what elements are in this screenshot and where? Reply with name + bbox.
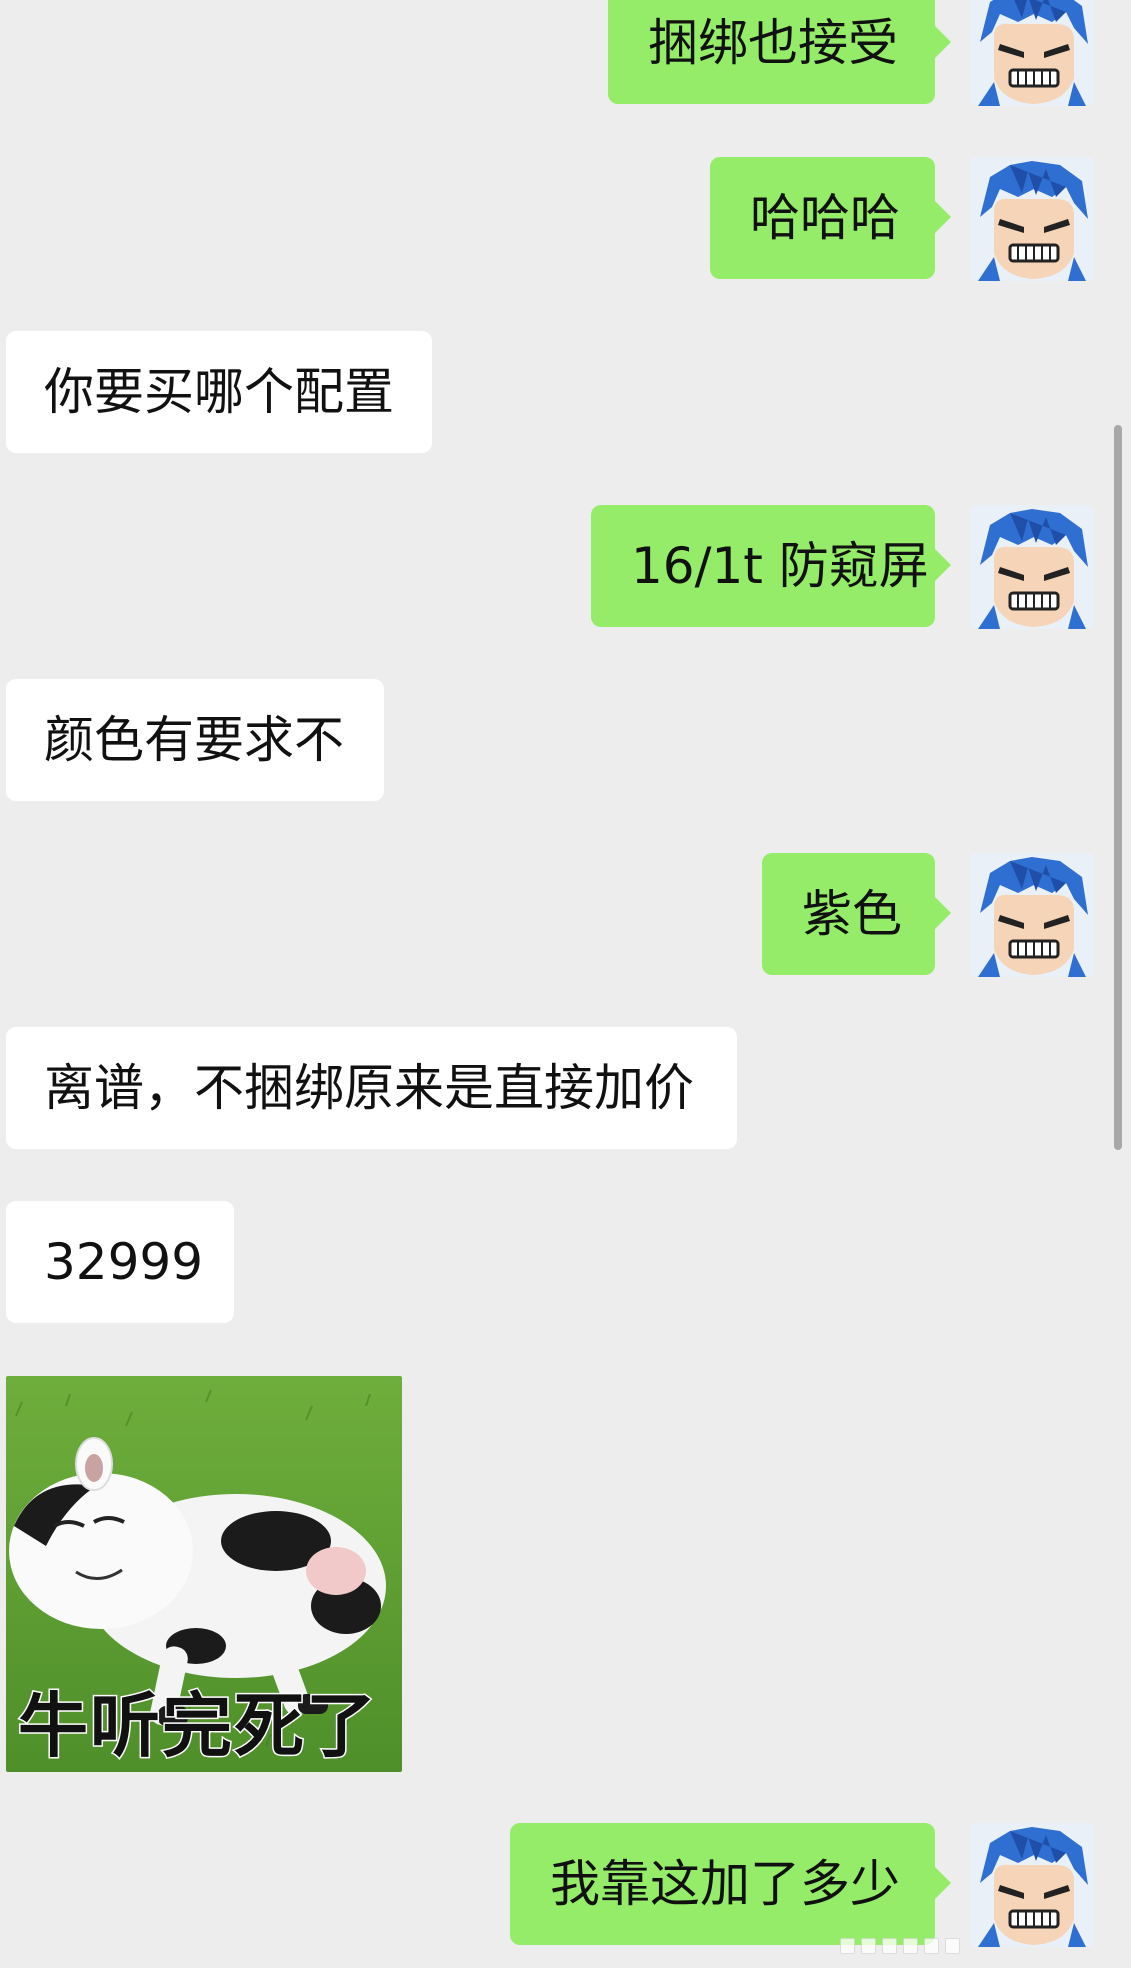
scrollbar[interactable] bbox=[1114, 425, 1122, 1150]
watermark bbox=[840, 1938, 960, 1954]
avatar-icon[interactable] bbox=[970, 853, 1094, 977]
sticker-caption: 牛听完死了 bbox=[17, 1685, 378, 1768]
message-bubble-outgoing[interactable]: 我靠这加了多少 bbox=[510, 1823, 951, 1945]
message-bubble-outgoing[interactable]: 16/1t 防窥屏 bbox=[591, 505, 951, 627]
message-bubble-incoming[interactable]: 32999 bbox=[6, 1201, 234, 1323]
sleeping-cow-sticker[interactable]: 牛听完死了 bbox=[6, 1376, 402, 1772]
avatar-icon[interactable] bbox=[970, 0, 1094, 106]
message-bubble-incoming[interactable]: 你要买哪个配置 bbox=[6, 331, 432, 453]
avatar-icon[interactable] bbox=[970, 157, 1094, 281]
chat-message-list[interactable]: 捆绑也接受 哈哈哈 你要买哪个配置 16/1t 防窥屏 颜色有要求不 紫色 离谱… bbox=[0, 0, 1131, 1968]
message-bubble-incoming[interactable]: 离谱，不捆绑原来是直接加价 bbox=[6, 1027, 737, 1149]
message-bubble-outgoing[interactable]: 哈哈哈 bbox=[710, 157, 951, 279]
message-bubble-outgoing[interactable]: 捆绑也接受 bbox=[608, 0, 951, 104]
avatar-icon[interactable] bbox=[970, 1823, 1094, 1947]
avatar-icon[interactable] bbox=[970, 505, 1094, 629]
message-bubble-outgoing[interactable]: 紫色 bbox=[762, 853, 951, 975]
message-bubble-incoming[interactable]: 颜色有要求不 bbox=[6, 679, 384, 801]
